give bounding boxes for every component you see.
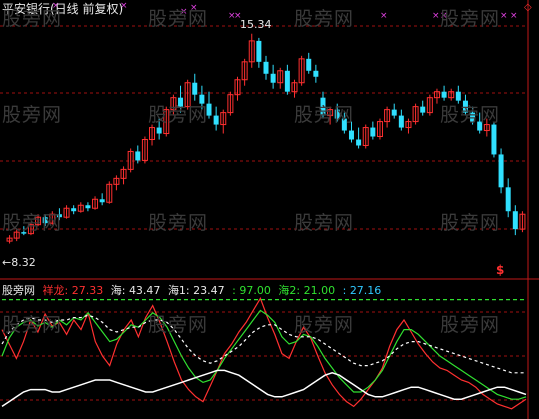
candle-body bbox=[512, 211, 518, 230]
signal-marker: × bbox=[432, 11, 440, 21]
candle-body bbox=[334, 109, 340, 119]
candle-body bbox=[42, 217, 48, 224]
low-price-label: ←8.32 bbox=[2, 256, 36, 269]
indicator-series-line bbox=[1, 369, 527, 408]
chart-svg: ××××× × × × ××× bbox=[0, 0, 539, 419]
candle-body bbox=[398, 115, 404, 128]
indicator-series-line bbox=[1, 314, 526, 374]
candle-body bbox=[21, 232, 27, 234]
legend-item-xianglong: 祥龙: 27.33 bbox=[42, 284, 104, 297]
legend-item-extra: : 27.16 bbox=[342, 284, 382, 297]
low-price-value: 8.32 bbox=[11, 256, 36, 269]
candle-body bbox=[178, 97, 184, 107]
signal-marker: × bbox=[180, 7, 188, 17]
candle-body bbox=[56, 214, 62, 218]
candle-body bbox=[320, 97, 326, 116]
legend-item-hai2: 海2: 21.00 bbox=[278, 284, 336, 297]
candle-body bbox=[341, 118, 347, 131]
chart-canvas: × × × × × × × × × × × 平安银行(日线 前复权) ◇ 15.34 ←8.32 $… bbox=[0, 0, 539, 419]
legend-item-level: : 97.00 bbox=[232, 284, 271, 297]
candle-body bbox=[199, 94, 205, 104]
candle-body bbox=[505, 187, 511, 212]
signal-marker: × bbox=[500, 11, 508, 21]
candle-body bbox=[455, 91, 461, 101]
candle-body bbox=[356, 139, 362, 146]
candle-body bbox=[135, 151, 141, 161]
candle-body bbox=[263, 61, 269, 74]
candle-body bbox=[270, 73, 276, 83]
candle-body bbox=[284, 70, 290, 92]
candle-body bbox=[306, 58, 312, 71]
candle-body bbox=[156, 127, 162, 134]
candle-body bbox=[71, 208, 77, 212]
candle-body bbox=[441, 91, 447, 98]
candle-body bbox=[256, 40, 262, 62]
candle-body bbox=[348, 130, 354, 140]
corner-diamond-icon: ◇ bbox=[524, 2, 532, 13]
candle-body bbox=[491, 124, 497, 155]
candle-body bbox=[370, 127, 376, 137]
signal-marker: × bbox=[380, 11, 388, 21]
signal-mark: $ bbox=[496, 263, 505, 277]
signal-marker: × bbox=[440, 11, 448, 21]
candle-body bbox=[85, 205, 91, 209]
candle-body bbox=[420, 106, 426, 113]
indicator-name: 股旁网 bbox=[2, 284, 35, 297]
candle-body bbox=[99, 199, 105, 203]
candle-body bbox=[391, 109, 397, 116]
high-price-label: 15.34 bbox=[240, 18, 272, 31]
candle-body bbox=[192, 82, 198, 95]
legend-item-hai: 海: 43.47 bbox=[110, 284, 161, 297]
signal-marker: × bbox=[510, 11, 518, 21]
indicator-series-line bbox=[1, 309, 527, 400]
candle-body bbox=[498, 154, 504, 188]
signal-marker: × bbox=[190, 3, 198, 13]
legend-item-hai1: 海1: 23.47 bbox=[167, 284, 225, 297]
indicator-legend: 股旁网 祥龙: 27.33 海: 43.47 海1: 23.47 : 97.00… bbox=[2, 282, 385, 298]
candle-body bbox=[462, 100, 468, 113]
candle-body bbox=[213, 115, 219, 125]
candle-body bbox=[477, 121, 483, 131]
candle-body bbox=[206, 103, 212, 116]
chart-title: 平安银行(日线 前复权) bbox=[2, 2, 124, 16]
candle-body bbox=[470, 112, 476, 122]
candle-body bbox=[313, 70, 319, 77]
